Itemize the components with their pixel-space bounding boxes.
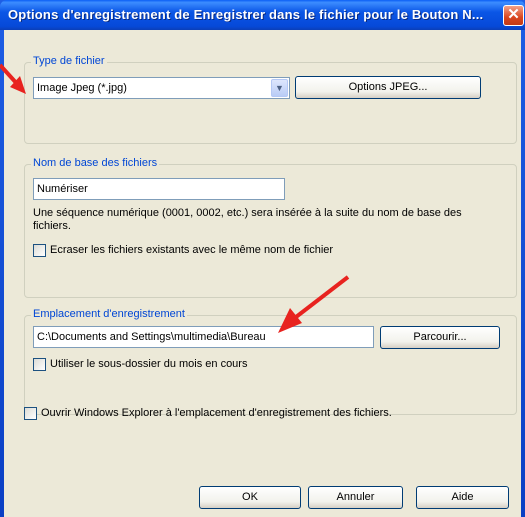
jpeg-options-button[interactable]: Options JPEG... — [295, 76, 481, 99]
file-type-group: Type de fichier — [24, 55, 517, 144]
chevron-down-icon[interactable]: ▼ — [271, 79, 288, 97]
dialog-body: Type de fichier Image Jpeg (*.jpg) ▼ Opt… — [4, 30, 521, 517]
close-button[interactable]: ✕ — [503, 5, 524, 26]
location-legend: Emplacement d'enregistrement — [31, 308, 187, 320]
overwrite-label: Ecraser les fichiers existants avec le m… — [50, 244, 334, 256]
base-name-legend: Nom de base des fichiers — [31, 157, 160, 169]
file-type-dropdown[interactable]: Image Jpeg (*.jpg) ▼ — [33, 77, 290, 99]
browse-button[interactable]: Parcourir... — [380, 326, 500, 349]
overwrite-checkbox[interactable] — [33, 244, 46, 257]
monthly-subfolder-label: Utiliser le sous-dossier du mois en cour… — [50, 358, 248, 370]
file-type-legend: Type de fichier — [31, 55, 107, 67]
window-title: Options d'enregistrement de Enregistrer … — [8, 7, 484, 22]
base-name-description: Une séquence numérique (0001, 0002, etc.… — [33, 207, 462, 232]
save-path-input[interactable]: C:\Documents and Settings\multimedia\Bur… — [33, 326, 374, 348]
help-button[interactable]: Aide — [416, 486, 509, 509]
cancel-button[interactable]: Annuler — [308, 486, 403, 509]
title-bar[interactable]: Options d'enregistrement de Enregistrer … — [0, 0, 525, 30]
dialog-window: Options d'enregistrement de Enregistrer … — [0, 0, 525, 517]
base-name-input[interactable]: Numériser — [33, 178, 285, 200]
open-explorer-checkbox[interactable] — [24, 407, 37, 420]
open-explorer-label: Ouvrir Windows Explorer à l'emplacement … — [41, 407, 392, 419]
monthly-subfolder-checkbox[interactable] — [33, 358, 46, 371]
file-type-selected: Image Jpeg (*.jpg) — [37, 82, 127, 94]
ok-button[interactable]: OK — [199, 486, 301, 509]
